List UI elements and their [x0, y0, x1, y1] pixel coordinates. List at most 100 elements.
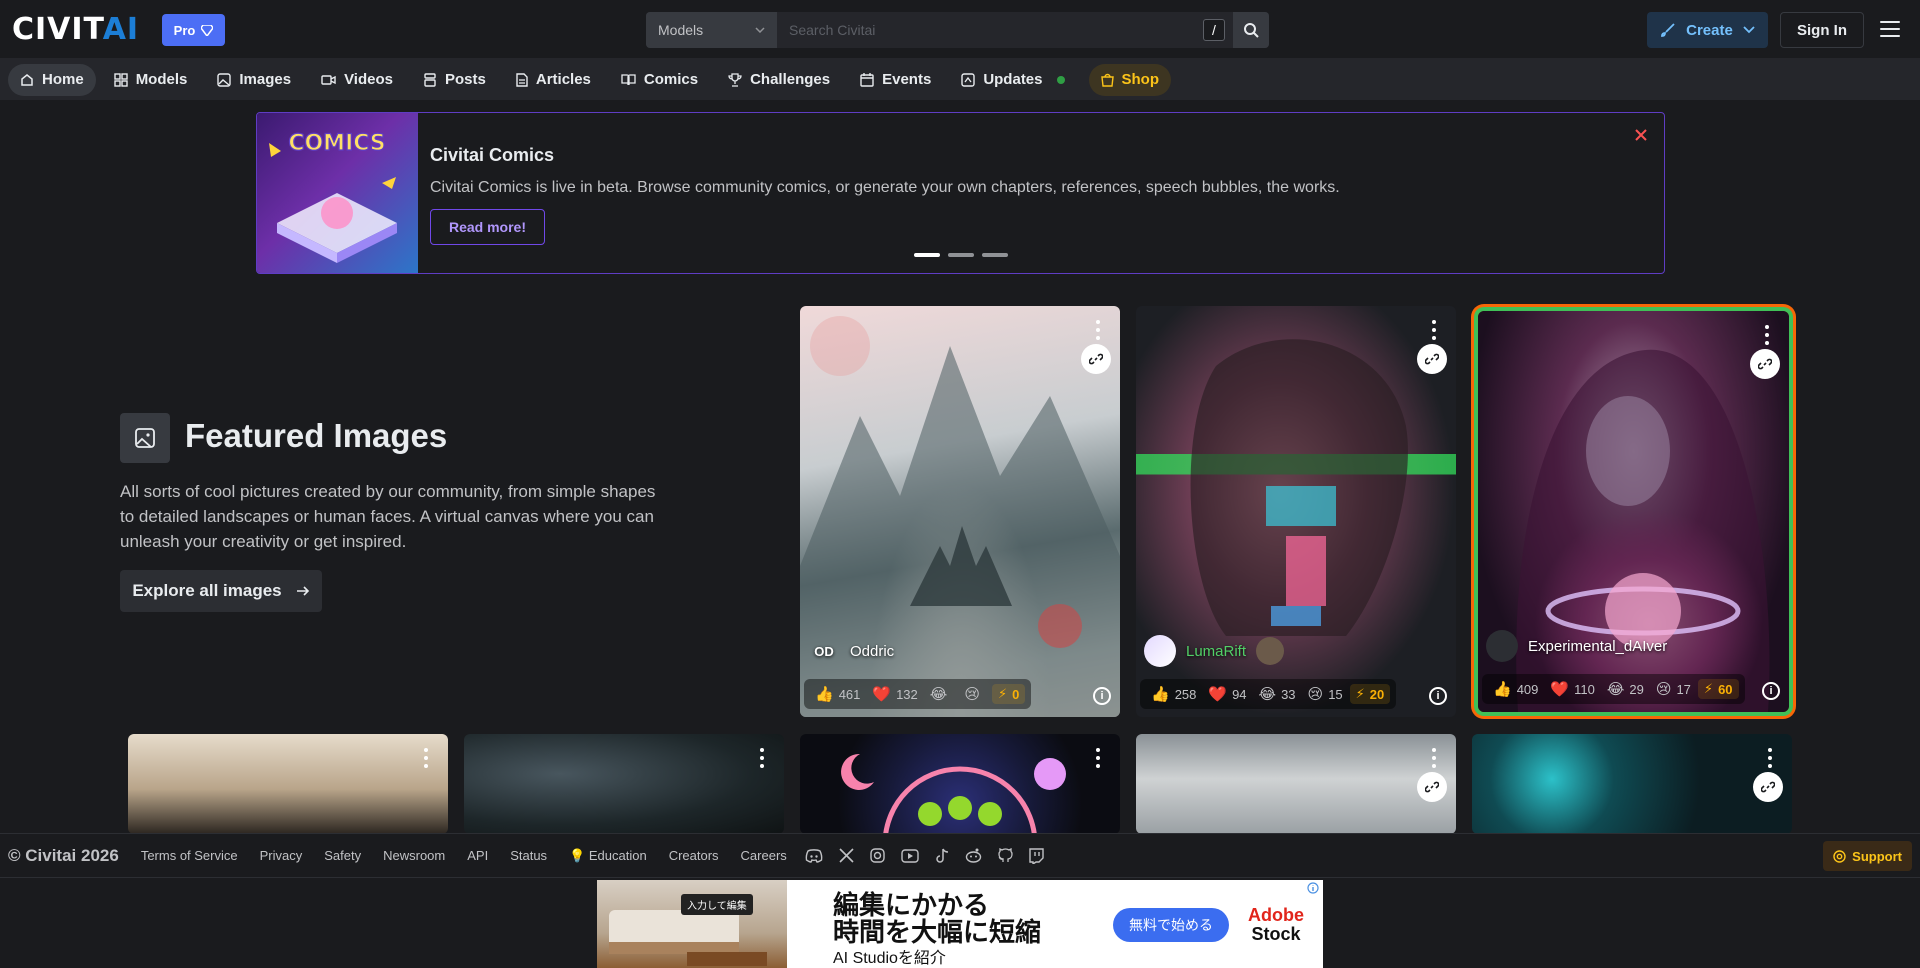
- footer-link-careers[interactable]: Careers: [741, 848, 787, 863]
- brush-icon: [1661, 23, 1675, 37]
- link-icon[interactable]: [1753, 772, 1783, 802]
- card-user[interactable]: Experimental_dAIver: [1486, 630, 1667, 662]
- card-menu-icon[interactable]: [1096, 320, 1100, 340]
- github-icon[interactable]: [998, 848, 1013, 863]
- x-icon[interactable]: [839, 848, 854, 863]
- like-reaction[interactable]: 👍 409: [1488, 680, 1543, 698]
- buzz-tip[interactable]: ⚡ 20: [1349, 684, 1391, 704]
- cry-reaction[interactable]: 😢 15: [1303, 685, 1348, 703]
- footer-link-status[interactable]: Status: [510, 848, 547, 863]
- card-menu-icon[interactable]: [424, 748, 428, 768]
- ad-choices-icon[interactable]: [1307, 882, 1319, 894]
- nav-item-updates[interactable]: Updates: [949, 64, 1076, 96]
- footer-link-terms[interactable]: Terms of Service: [141, 848, 238, 863]
- image-card[interactable]: [1472, 734, 1792, 834]
- advertisement[interactable]: 入力して編集 編集にかかる 時間を大幅に短縮 AI Studioを紹介 無料で始め…: [597, 880, 1323, 968]
- carousel-dot-2[interactable]: [948, 253, 974, 257]
- like-reaction[interactable]: 👍 461: [810, 685, 865, 703]
- nav-item-videos[interactable]: Videos: [309, 64, 405, 96]
- announcement-banner: COMICS Civitai Comics Civitai Comics is …: [256, 112, 1665, 274]
- menu-icon[interactable]: [1880, 21, 1900, 37]
- create-label: Create: [1686, 21, 1733, 39]
- footer-link-newsroom[interactable]: Newsroom: [383, 848, 445, 863]
- username: LumaRift: [1186, 642, 1247, 660]
- nav-item-home[interactable]: Home: [8, 63, 96, 96]
- footer-link-creators[interactable]: Creators: [669, 848, 719, 863]
- search-button[interactable]: [1233, 12, 1269, 48]
- laugh-reaction[interactable]: 😂 29: [1602, 680, 1649, 698]
- link-icon[interactable]: [1417, 772, 1447, 802]
- twitch-icon[interactable]: [1029, 847, 1044, 864]
- card-user[interactable]: LumaRift: [1144, 635, 1285, 667]
- card-menu-icon[interactable]: [1432, 748, 1436, 768]
- footer-link-safety[interactable]: Safety: [324, 848, 361, 863]
- info-icon[interactable]: i: [1093, 687, 1111, 705]
- footer-link-api[interactable]: API: [467, 848, 488, 863]
- read-more-button[interactable]: Read more!: [430, 209, 545, 245]
- laugh-reaction[interactable]: 😂: [925, 685, 958, 703]
- laugh-reaction[interactable]: 😂 33: [1254, 685, 1301, 703]
- nav-item-models[interactable]: Models: [102, 64, 200, 96]
- nav-item-challenges[interactable]: Challenges: [716, 64, 842, 96]
- trophy-icon: [728, 72, 742, 87]
- nav-item-shop[interactable]: Shop: [1088, 63, 1171, 96]
- nav-item-events[interactable]: Events: [848, 64, 943, 96]
- nav-label: Shop: [1121, 71, 1160, 88]
- search-input[interactable]: [777, 12, 1233, 48]
- ad-subtitle: AI Studioを紹介: [833, 950, 946, 967]
- image-card-highlighted[interactable]: Experimental_dAIver 👍 409 ❤️ 110 😂 29 😢 17 ⚡…: [1478, 311, 1789, 712]
- card-menu-icon[interactable]: [760, 748, 764, 768]
- instagram-icon[interactable]: [870, 848, 885, 863]
- buzz-tip[interactable]: ⚡ 0: [991, 684, 1026, 704]
- nav-item-images[interactable]: Images: [205, 64, 303, 96]
- footer-link-privacy[interactable]: Privacy: [260, 848, 303, 863]
- image-icon: [217, 72, 232, 87]
- carousel-indicators: [914, 253, 1008, 257]
- cry-reaction[interactable]: 😢: [959, 685, 990, 703]
- footer-link-education[interactable]: 💡 Education: [569, 848, 647, 864]
- card-menu-icon[interactable]: [1096, 748, 1100, 768]
- civitai-logo[interactable]: CIVITAI: [12, 15, 139, 45]
- nav-item-articles[interactable]: Articles: [504, 64, 603, 96]
- explore-all-images-button[interactable]: Explore all images: [120, 570, 322, 612]
- info-icon[interactable]: i: [1762, 682, 1780, 700]
- heart-reaction[interactable]: ❤️ 132: [867, 685, 922, 703]
- info-icon[interactable]: i: [1429, 687, 1447, 705]
- heart-reaction[interactable]: ❤️ 110: [1545, 680, 1599, 698]
- heart-reaction[interactable]: ❤️ 94: [1203, 685, 1251, 703]
- reddit-icon[interactable]: [965, 848, 982, 863]
- image-card[interactable]: OD Oddric 👍 461 ❤️ 132 😂 😢 ⚡ 0 i: [800, 306, 1120, 717]
- image-card[interactable]: [464, 734, 784, 834]
- youtube-icon[interactable]: [901, 848, 919, 863]
- link-icon[interactable]: [1081, 344, 1111, 374]
- create-button[interactable]: Create: [1647, 12, 1768, 48]
- top-header: CIVITAI Pro Models / Create Sign In: [0, 0, 1920, 59]
- pro-button[interactable]: Pro: [162, 14, 225, 46]
- nav-item-comics[interactable]: Comics: [609, 64, 710, 96]
- image-card[interactable]: [128, 734, 448, 834]
- card-menu-icon[interactable]: [1432, 320, 1436, 340]
- card-menu-icon[interactable]: [1768, 748, 1772, 768]
- card-user[interactable]: OD Oddric: [808, 635, 894, 667]
- book-icon: [621, 74, 636, 86]
- ad-cta-button[interactable]: 無料で始める: [1113, 908, 1229, 942]
- link-icon[interactable]: [1750, 349, 1780, 379]
- nav-item-posts[interactable]: Posts: [411, 64, 498, 96]
- search-scope-select[interactable]: Models: [646, 12, 777, 48]
- link-icon[interactable]: [1417, 344, 1447, 374]
- nav-label: Videos: [344, 71, 393, 88]
- image-card[interactable]: LumaRift 👍 258 ❤️ 94 😂 33 😢 15 ⚡ 20 i: [1136, 306, 1456, 717]
- carousel-dot-1[interactable]: [914, 253, 940, 257]
- sign-in-button[interactable]: Sign In: [1780, 12, 1864, 48]
- cry-reaction[interactable]: 😢 17: [1651, 680, 1696, 698]
- image-card[interactable]: [1136, 734, 1456, 834]
- carousel-dot-3[interactable]: [982, 253, 1008, 257]
- like-reaction[interactable]: 👍 258: [1146, 685, 1201, 703]
- card-menu-icon[interactable]: [1765, 325, 1769, 345]
- support-button[interactable]: Support: [1823, 841, 1912, 871]
- close-icon[interactable]: [1632, 126, 1650, 144]
- tiktok-icon[interactable]: [935, 848, 949, 864]
- discord-icon[interactable]: [805, 848, 823, 863]
- image-card[interactable]: [800, 734, 1120, 834]
- buzz-tip[interactable]: ⚡ 60: [1697, 679, 1739, 699]
